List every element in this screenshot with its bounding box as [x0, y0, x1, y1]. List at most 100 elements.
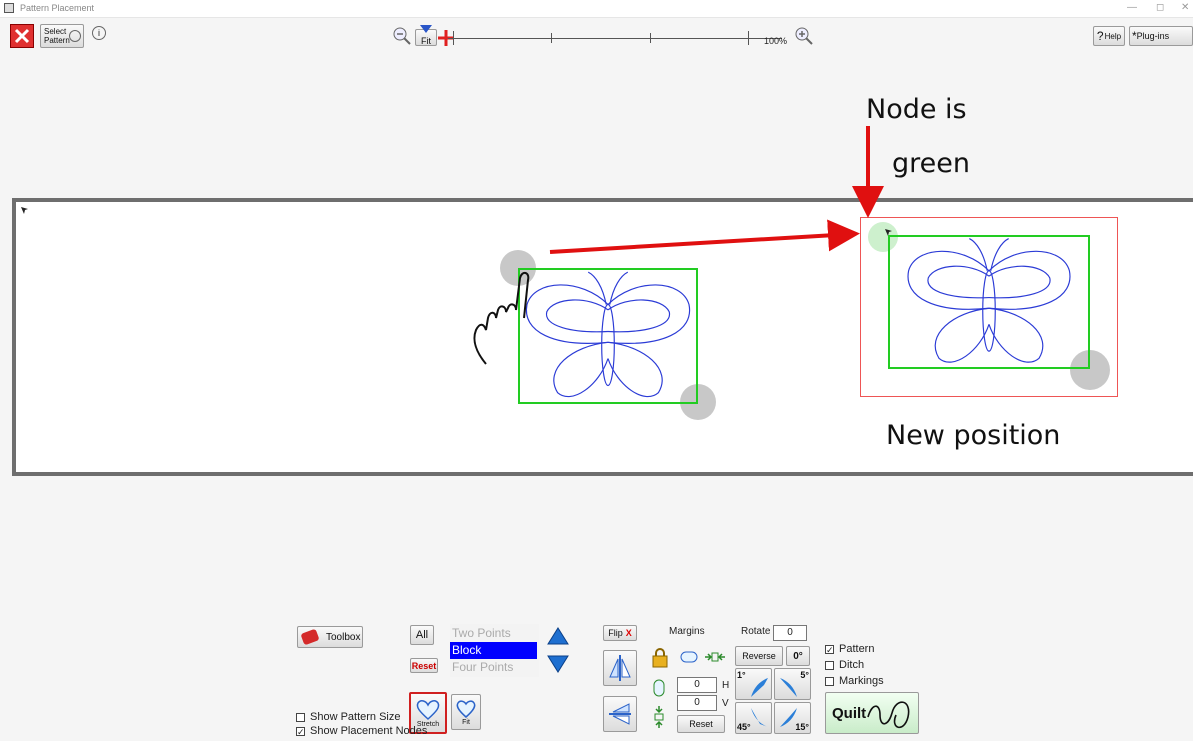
rotate-value-field[interactable]: 0 — [773, 625, 807, 641]
flip-horizontal-button[interactable] — [603, 696, 637, 732]
margin-v-field[interactable]: 0 — [677, 695, 717, 711]
fit-label: Fit — [462, 718, 470, 726]
x-icon — [14, 28, 30, 44]
show-placement-nodes-box[interactable]: ✓ — [296, 726, 305, 736]
quilt-button[interactable]: Quilt — [825, 692, 919, 734]
node-is-green-annotation-1: Node is — [866, 94, 967, 125]
margins-label: Margins — [669, 626, 705, 637]
layer-markings-checkbox[interactable]: Markings — [825, 675, 884, 687]
zoom-tick-4 — [748, 31, 749, 45]
fit-button[interactable]: Fit — [451, 694, 481, 730]
zoom-100-label: 100% — [764, 36, 788, 46]
show-pattern-size-box[interactable] — [296, 712, 305, 722]
zoom-slider-thumb-icon[interactable] — [419, 24, 433, 34]
rotate-zero-button[interactable]: 0° — [786, 646, 810, 666]
help-label: Help — [1104, 31, 1122, 41]
margins-reset-label: Reset — [689, 719, 713, 729]
layer-ditch-label: Ditch — [839, 659, 865, 671]
toolbox-button[interactable]: Toolbox — [297, 626, 363, 648]
mode-two-points[interactable]: Two Points — [450, 625, 537, 642]
select-pattern-label: Select — [44, 27, 67, 36]
eraser-icon — [300, 628, 320, 646]
zoom-slider-track[interactable] — [448, 38, 782, 39]
quilt-canvas[interactable]: New position — [12, 198, 1193, 476]
minimize-button[interactable]: — — [1127, 2, 1137, 13]
zoom-in-icon[interactable] — [795, 27, 813, 45]
rotate-1-button[interactable]: 1° — [735, 668, 772, 700]
title-bar: Pattern Placement — ◻ ✕ — [0, 0, 1193, 18]
zoom-tick-1 — [453, 31, 454, 45]
placement-mode-list[interactable]: Two Points Block Four Points — [450, 624, 539, 677]
layer-pattern-box[interactable]: ✓ — [825, 644, 834, 654]
layer-markings-box[interactable] — [825, 676, 834, 686]
margins-reset-button[interactable]: Reset — [677, 715, 725, 733]
close-pattern-button[interactable] — [10, 24, 34, 48]
reset-mode-button[interactable]: Reset — [410, 658, 438, 673]
reverse-label: Reverse — [742, 651, 776, 661]
zoom-tick-2 — [551, 33, 552, 43]
show-placement-nodes-checkbox[interactable]: ✓ Show Placement Nodes — [296, 725, 427, 737]
margin-h-field[interactable]: 0 — [677, 677, 717, 693]
layer-markings-label: Markings — [839, 675, 884, 687]
app-icon — [4, 3, 14, 13]
flip-x-button[interactable]: Flip X — [603, 625, 637, 641]
toolbox-label: Toolbox — [326, 631, 361, 643]
flip-x-label: X — [625, 628, 632, 638]
close-window-button[interactable]: ✕ — [1181, 2, 1189, 13]
rotate-1-label: 1° — [737, 670, 746, 680]
margin-fit-vertical-icon[interactable] — [651, 704, 667, 730]
rotate-5-button[interactable]: 5° — [774, 668, 811, 700]
origin-marker-icon — [21, 207, 28, 214]
butterfly-pattern-new[interactable] — [888, 235, 1090, 369]
quilt-stitch-icon — [867, 701, 910, 729]
pointer-hand-icon — [69, 30, 81, 42]
mode-four-points[interactable]: Four Points — [450, 659, 537, 676]
zoom-fit-label: Fit — [421, 35, 431, 46]
quilt-label: Quilt — [832, 704, 867, 722]
mode-block[interactable]: Block — [450, 642, 537, 659]
arrow-up-icon[interactable] — [546, 626, 570, 646]
flip-horizontal-icon — [609, 703, 631, 725]
layer-ditch-box[interactable] — [825, 660, 834, 670]
select-pattern-button[interactable]: Select Pattern — [40, 24, 84, 48]
reverse-button[interactable]: Reverse — [735, 646, 783, 666]
rotate-15-button[interactable]: 15° — [774, 702, 811, 734]
arrow-down-icon[interactable] — [546, 654, 570, 674]
heart-stretch-icon — [416, 699, 440, 720]
show-pattern-size-checkbox[interactable]: Show Pattern Size — [296, 711, 401, 723]
rotate-ccw-1-icon — [751, 678, 768, 697]
heart-fit-icon — [456, 699, 476, 718]
butterfly-pattern-original[interactable] — [518, 268, 698, 404]
maximize-button[interactable]: ◻ — [1156, 2, 1164, 13]
margin-fit-horizontal-icon[interactable] — [703, 650, 727, 664]
plugins-button[interactable]: * Plug-ins — [1129, 26, 1193, 46]
hand-pointer-icon — [473, 272, 530, 365]
lock-icon[interactable] — [651, 648, 669, 668]
rotate-zero-label: 0° — [793, 650, 803, 662]
rotate-ccw-45-icon — [751, 708, 768, 727]
new-position-annotation: New position — [886, 420, 1061, 451]
reset-mode-label: Reset — [411, 660, 437, 671]
flip-label: Flip — [608, 628, 623, 638]
rotate-cw-15-icon — [780, 708, 797, 727]
layer-ditch-checkbox[interactable]: Ditch — [825, 659, 864, 671]
show-placement-nodes-label: Show Placement Nodes — [310, 725, 428, 737]
rotate-label: Rotate — [741, 626, 771, 637]
layer-pattern-label: Pattern — [839, 643, 875, 655]
show-pattern-size-label: Show Pattern Size — [310, 711, 401, 723]
flip-vertical-button[interactable] — [603, 650, 637, 686]
layer-pattern-checkbox[interactable]: ✓ Pattern — [825, 643, 874, 655]
all-button[interactable]: All — [410, 625, 434, 645]
margin-h-label: H — [722, 680, 730, 691]
margin-v-label: V — [722, 698, 729, 709]
select-pattern-label-2: Pattern — [44, 36, 70, 45]
info-icon[interactable]: i — [92, 26, 106, 40]
margin-horizontal-icon[interactable] — [677, 650, 701, 664]
margin-vertical-icon[interactable] — [651, 676, 667, 700]
rotate-45-button[interactable]: 45° — [735, 702, 772, 734]
help-button[interactable]: ? Help — [1093, 26, 1125, 46]
rotate-cw-5-icon — [780, 678, 797, 697]
zoom-out-icon[interactable] — [393, 27, 411, 45]
rotate-5-label: 5° — [800, 670, 809, 680]
node-is-green-annotation-2: green — [892, 148, 970, 179]
